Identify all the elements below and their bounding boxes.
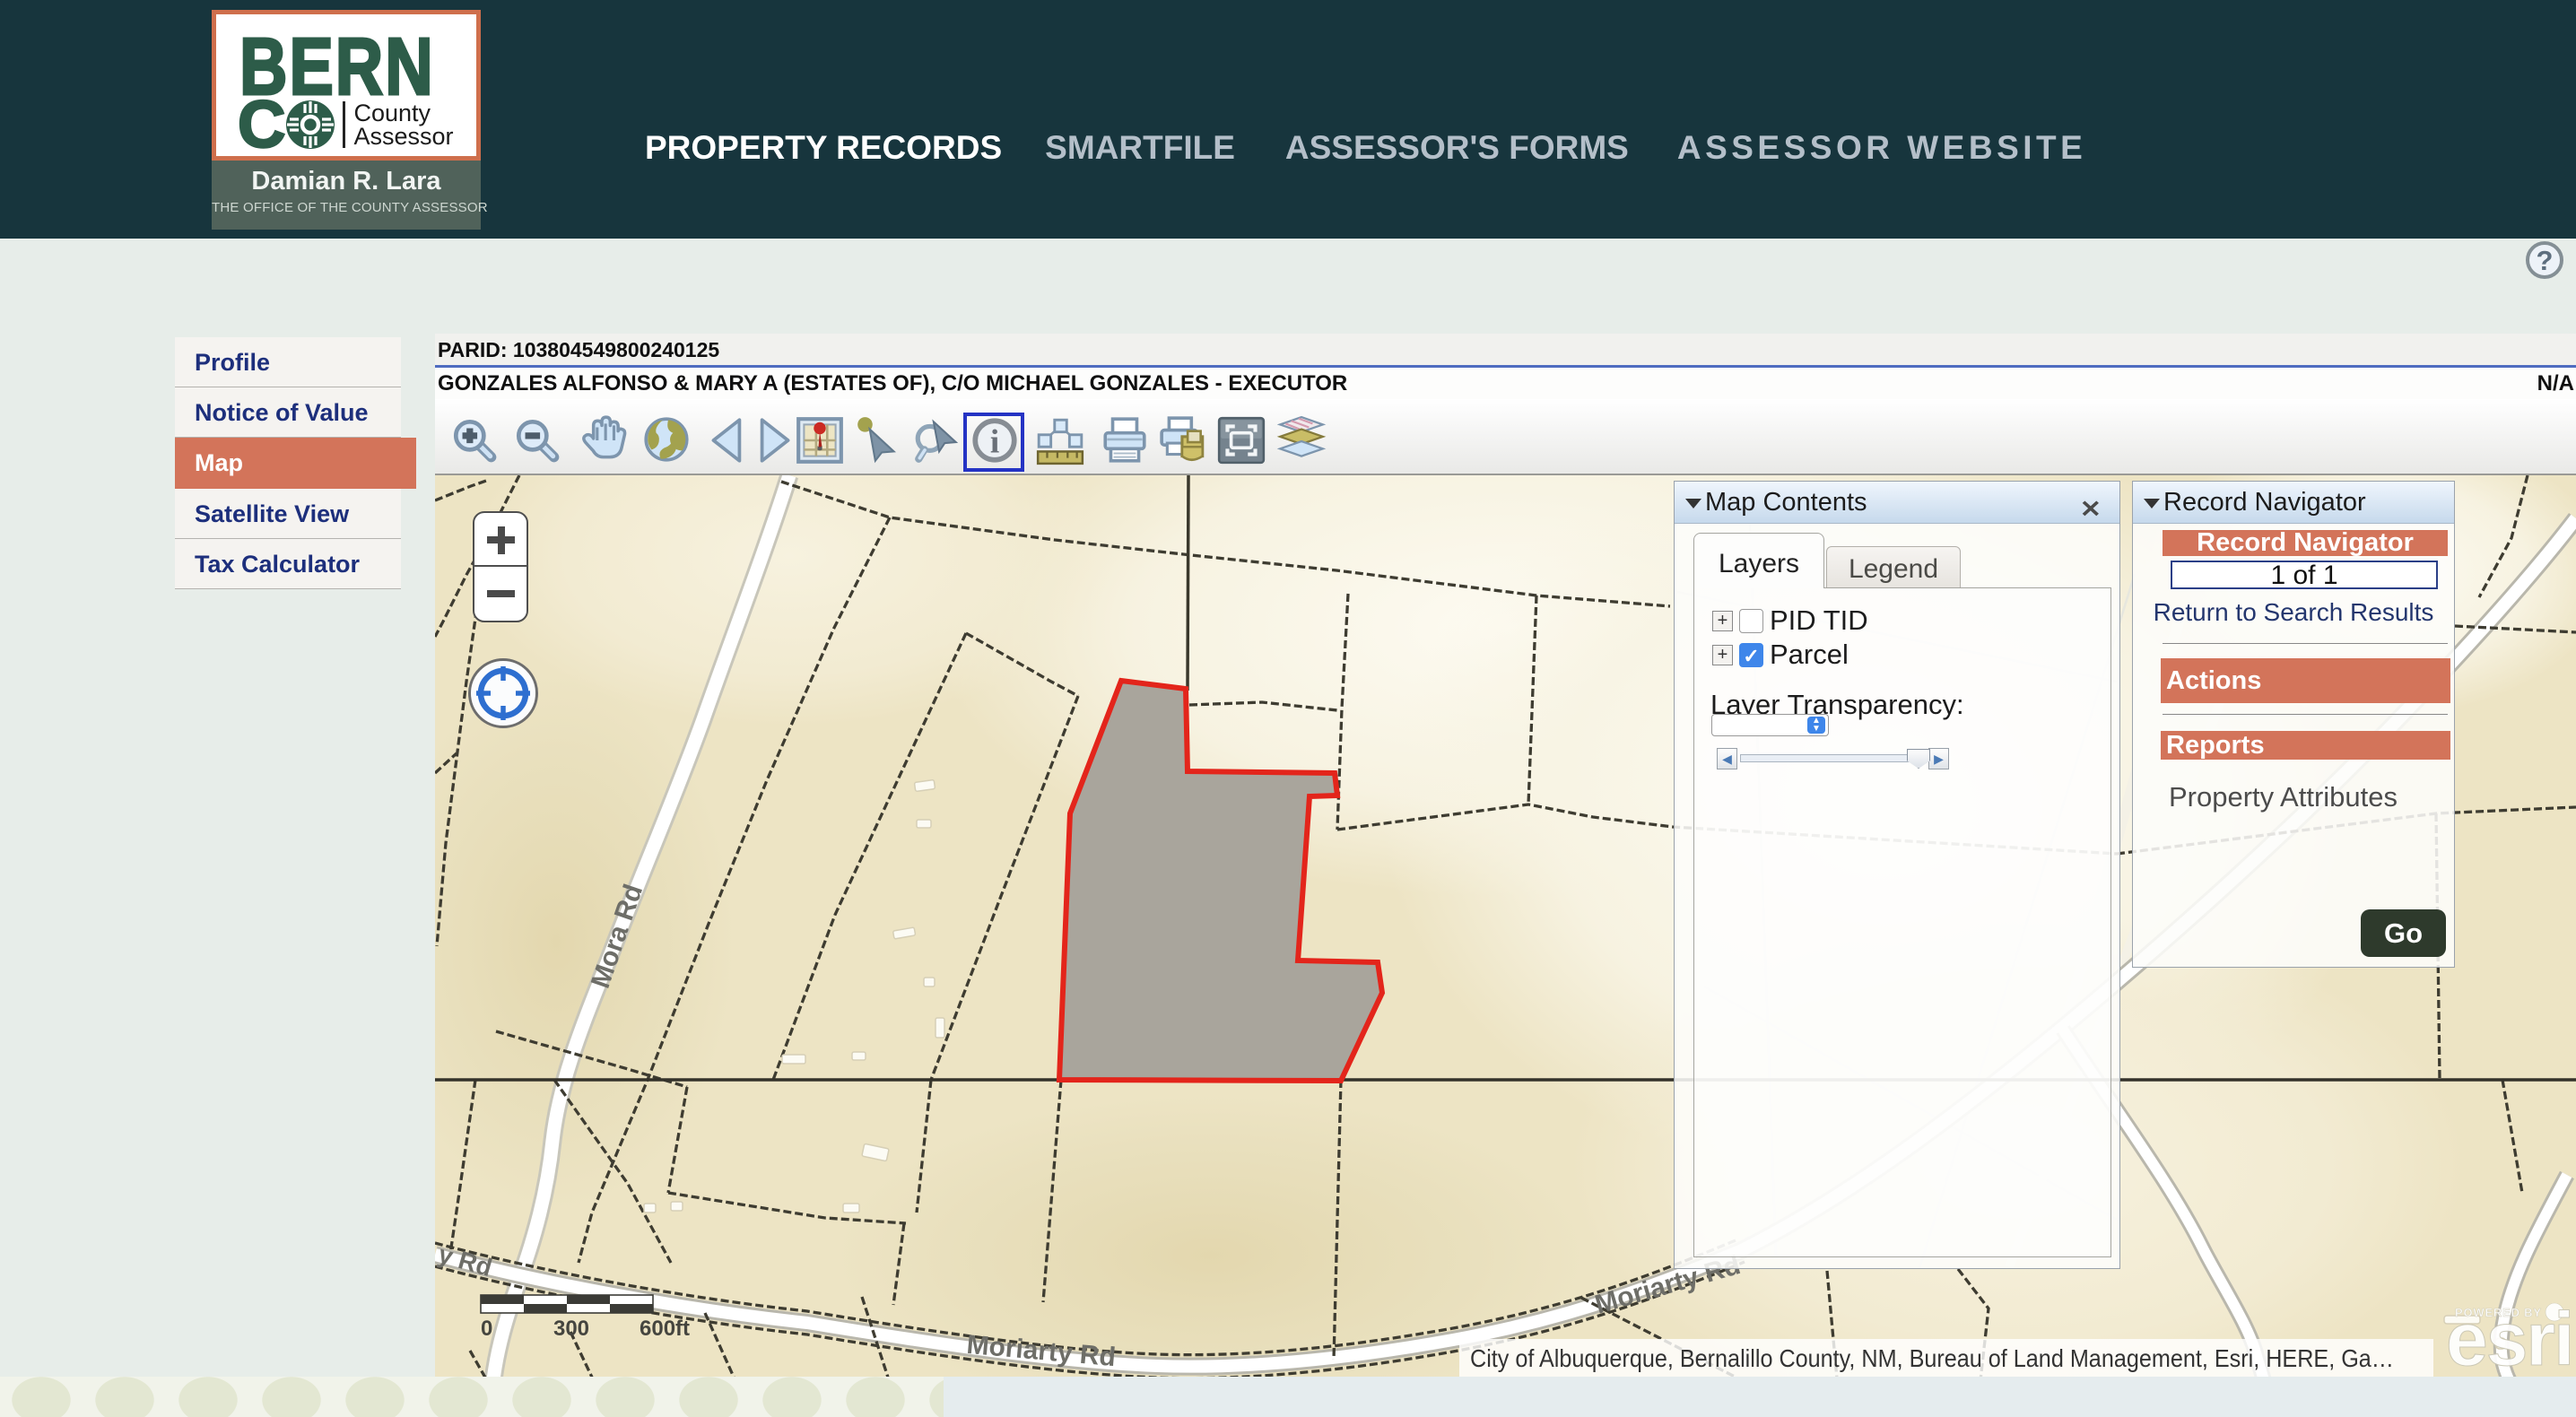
svg-text:0: 0 <box>481 1317 492 1341</box>
svg-text:esri: esri <box>2446 1297 2572 1377</box>
svg-text:City of Albuquerque, Bernalill: City of Albuquerque, Bernalillo County, … <box>1470 1344 2394 1372</box>
svg-text:300: 300 <box>553 1317 589 1341</box>
svg-text:600ft: 600ft <box>640 1317 690 1341</box>
